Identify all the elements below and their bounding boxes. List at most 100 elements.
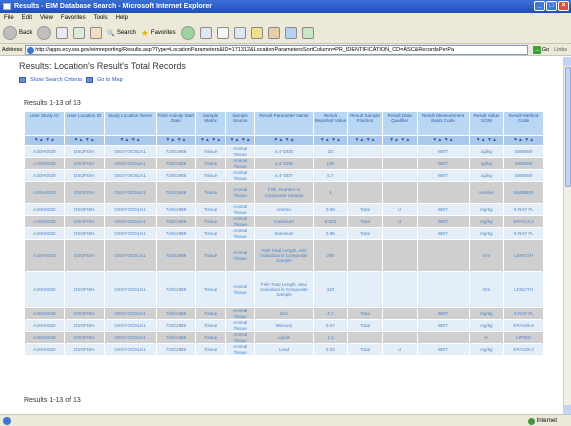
column-header[interactable]: Result Measurement Basis Code bbox=[417, 112, 469, 135]
sort-arrows-icon[interactable]: ▼▲ ▼▲ bbox=[382, 136, 417, 145]
sort-arrows-icon[interactable]: ▼▲ ▼▲ bbox=[156, 136, 196, 145]
column-header[interactable]: User Location ID bbox=[64, 112, 104, 135]
maximize-button[interactable]: □ bbox=[546, 1, 557, 11]
scroll-up-button[interactable] bbox=[564, 57, 571, 66]
print-icon[interactable] bbox=[216, 27, 229, 39]
scroll-thumb[interactable] bbox=[565, 67, 571, 187]
column-header[interactable]: Result Method Code bbox=[504, 112, 543, 135]
sort-row: ▼▲ ▼▲ ▼▲ ▼▲ ▼▲ ▼▲ ▼▲ ▼▲ ▼▲ ▼▲ ▼▲ ▼▲ ▼▲ ▼… bbox=[25, 136, 543, 145]
sort-arrows-icon[interactable]: ▼▲ ▼▲ bbox=[64, 136, 104, 145]
home-icon[interactable] bbox=[90, 27, 103, 39]
table-cell: 410 bbox=[313, 272, 348, 307]
menu-file[interactable]: File bbox=[4, 13, 14, 23]
search-button[interactable]: 🔍 Search bbox=[107, 30, 136, 37]
table-cell: 32 bbox=[313, 146, 348, 157]
column-header[interactable]: Result Data Qualifier bbox=[382, 112, 417, 135]
table-cell bbox=[382, 308, 417, 319]
favorites-button[interactable]: ★ Favorites bbox=[141, 28, 176, 39]
table-row: AJOH0020 OSOFISH OSOYOOSLK1 7/25/1989 Tissue… bbox=[25, 204, 543, 215]
refresh-icon[interactable] bbox=[73, 27, 86, 39]
table-cell: OSOYOOSLK1 bbox=[104, 182, 156, 203]
back-button[interactable]: Back bbox=[3, 26, 32, 40]
column-header[interactable]: Result Parameter Name bbox=[255, 112, 313, 135]
sort-arrows-icon[interactable]: ▼▲ ▼▲ bbox=[25, 136, 64, 145]
table-cell: 7/25/1989 bbox=[156, 320, 196, 331]
table-cell: AJOH0020 bbox=[25, 308, 64, 319]
menu-view[interactable]: View bbox=[40, 13, 53, 23]
table-cell: AJOH0020 bbox=[25, 170, 64, 181]
menu-edit[interactable]: Edit bbox=[22, 13, 32, 23]
sort-arrows-icon[interactable]: ▼▲ ▼▲ bbox=[313, 136, 348, 145]
page-content: Results: Location's Result's Total Recor… bbox=[0, 57, 563, 414]
menu-favorites[interactable]: Favorites bbox=[61, 13, 86, 23]
address-input[interactable]: http://apps.ecy.wa.gov/eimreporting/Resu… bbox=[25, 44, 528, 55]
sort-arrows-icon[interactable]: ▼▲ ▼▲ bbox=[504, 136, 543, 145]
table-cell: Tissue bbox=[196, 228, 225, 239]
sort-arrows-icon[interactable]: ▼▲ ▼▲ bbox=[104, 136, 156, 145]
table-cell: WET bbox=[417, 204, 469, 215]
sort-arrows-icon[interactable]: ▼▲ ▼▲ bbox=[348, 136, 382, 145]
table-cell: LENGTH bbox=[504, 272, 543, 307]
sort-arrows-icon[interactable]: ▼▲ ▼▲ bbox=[255, 136, 313, 145]
sort-arrows-icon[interactable]: ▼▲ ▼▲ bbox=[469, 136, 504, 145]
table-cell: 1.1 bbox=[313, 332, 348, 343]
go-button[interactable]: → Go bbox=[531, 45, 551, 54]
table-cell bbox=[382, 146, 417, 157]
close-button[interactable]: × bbox=[558, 1, 569, 11]
vertical-scrollbar[interactable] bbox=[563, 57, 571, 414]
table-cell: U bbox=[382, 216, 417, 227]
table-cell: OSOFISH bbox=[64, 146, 104, 157]
column-header[interactable]: Result Reported Value bbox=[313, 112, 348, 135]
table-cell: LIPIDS bbox=[504, 332, 543, 343]
globe-icon bbox=[527, 417, 535, 425]
research-icon[interactable] bbox=[284, 27, 297, 39]
table-cell: OSOYOOSLK1 bbox=[104, 320, 156, 331]
column-header[interactable]: Sample Source bbox=[225, 112, 255, 135]
mail-icon[interactable] bbox=[199, 27, 212, 39]
folder-icon[interactable] bbox=[250, 27, 263, 39]
show-search-criteria-link[interactable]: Show Search Criteria bbox=[30, 77, 82, 83]
sort-arrows-icon[interactable]: ▼▲ ▼▲ bbox=[225, 136, 255, 145]
menu-help[interactable]: Help bbox=[116, 13, 128, 23]
table-cell bbox=[348, 158, 382, 169]
scroll-down-button[interactable] bbox=[564, 405, 571, 414]
column-header[interactable]: Result Value UOM bbox=[469, 112, 504, 135]
column-header[interactable]: Field Activity Start Date bbox=[156, 112, 196, 135]
table-cell: OSOFISH bbox=[64, 272, 104, 307]
menu-tools[interactable]: Tools bbox=[94, 13, 108, 23]
table-cell: OSOFISH bbox=[64, 332, 104, 343]
table-cell: 0.95 bbox=[313, 228, 348, 239]
table-cell: 0.08 bbox=[313, 204, 348, 215]
table-cell: OSOYOOSLK1 bbox=[104, 344, 156, 355]
table-cell: Selenium bbox=[255, 228, 313, 239]
page-links: Show Search Criteria Go to Map bbox=[19, 77, 123, 83]
column-header[interactable]: Result Sample Fraction bbox=[348, 112, 382, 135]
table-cell: mg/kg bbox=[469, 320, 504, 331]
minimize-button[interactable]: _ bbox=[534, 1, 545, 11]
sort-arrows-icon[interactable]: ▼▲ ▼▲ bbox=[196, 136, 225, 145]
table-cell: Tissue bbox=[196, 216, 225, 227]
page-status-icon bbox=[3, 417, 11, 425]
table-cell: 7/25/1989 bbox=[156, 204, 196, 215]
column-header[interactable]: Study Location Name bbox=[104, 112, 156, 135]
go-to-map-link[interactable]: Go to Map bbox=[97, 77, 123, 83]
table-cell: Cadmium bbox=[255, 216, 313, 227]
stop-icon[interactable] bbox=[56, 27, 69, 39]
table-row: AJOH0020 OSOFISH OSOYOOSLK1 7/25/1989 Tissue… bbox=[25, 146, 543, 157]
table-cell: OSOYOOSLK1 bbox=[104, 216, 156, 227]
links-button[interactable]: Links bbox=[554, 47, 567, 53]
toolbar-extra-icon[interactable] bbox=[301, 27, 314, 39]
security-zone: Internet bbox=[527, 415, 557, 426]
column-header[interactable]: User Study ID bbox=[25, 112, 64, 135]
sort-arrows-icon[interactable]: ▼▲ ▼▲ bbox=[417, 136, 469, 145]
column-header[interactable]: Sample Matrix bbox=[196, 112, 225, 135]
table-cell: Total bbox=[348, 344, 382, 355]
edit-icon[interactable] bbox=[233, 27, 246, 39]
table-cell: WET bbox=[417, 344, 469, 355]
table-row: AJOH0020 OSOFISH OSOYOOSLK1 7/25/1989 Tissue… bbox=[25, 344, 543, 355]
messenger-icon[interactable] bbox=[267, 27, 280, 39]
forward-button[interactable] bbox=[37, 26, 52, 40]
history-icon[interactable] bbox=[180, 26, 195, 40]
table-cell: Animal Tissue bbox=[225, 228, 255, 239]
table-cell: 7/25/1989 bbox=[156, 308, 196, 319]
